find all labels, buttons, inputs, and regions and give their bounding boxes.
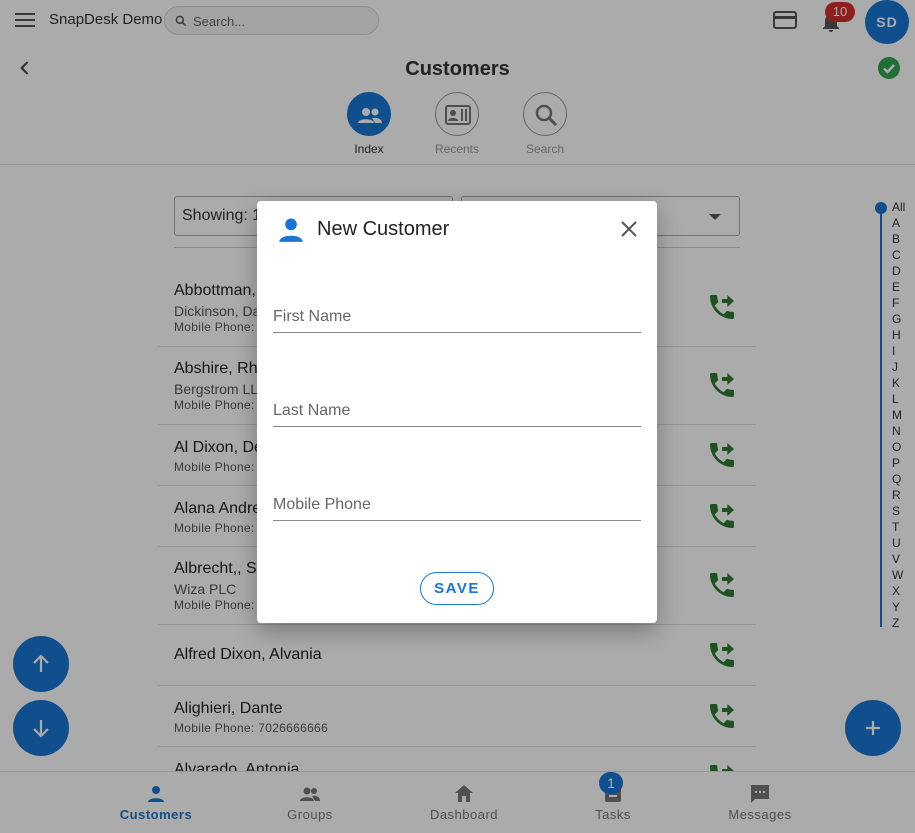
person-icon (279, 218, 303, 242)
mobile-phone-field[interactable] (273, 491, 641, 521)
last-name-field[interactable] (273, 397, 641, 427)
last-name-input[interactable] (273, 397, 641, 425)
dialog-title: New Customer (317, 218, 450, 240)
first-name-input[interactable] (273, 303, 641, 331)
close-icon[interactable] (619, 219, 639, 239)
save-button[interactable]: SAVE (420, 572, 494, 605)
mobile-phone-input[interactable] (273, 491, 641, 519)
first-name-field[interactable] (273, 303, 641, 333)
new-customer-dialog: New Customer SAVE (257, 201, 657, 623)
